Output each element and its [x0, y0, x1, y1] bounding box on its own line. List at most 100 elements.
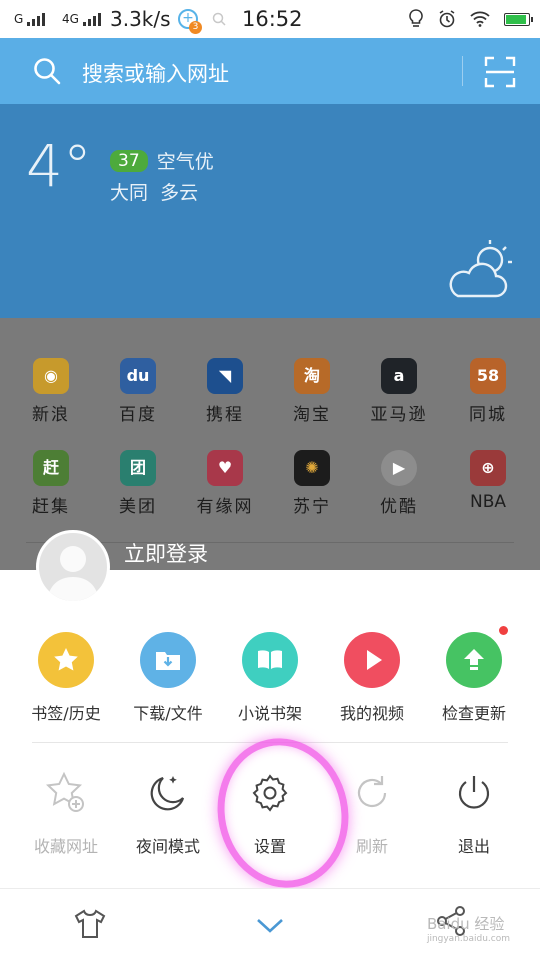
weather-panel[interactable]: 4° [0, 104, 540, 398]
update-arrow-icon [446, 632, 502, 688]
network-type-label: 4G [62, 12, 79, 26]
shortcut-ctrip[interactable]: ◥ 携程 [190, 358, 260, 425]
menu-label: 退出 [457, 837, 490, 856]
shortcut-tongcheng[interactable]: 58 同城 [453, 358, 523, 425]
lightbulb-icon [409, 9, 423, 27]
cloudy-weather-icon [449, 240, 512, 298]
refresh-icon [344, 765, 400, 821]
city-name: 大同 [110, 182, 149, 204]
clock: 16:52 [242, 7, 303, 31]
shortcut-label: 淘宝 [293, 405, 331, 425]
youyuan-icon: ♥ [207, 450, 243, 486]
shortcut-label: 苏宁 [293, 497, 331, 517]
login-link[interactable]: 立即登录 [124, 538, 208, 568]
network-speed: 3.3k/s [110, 7, 171, 31]
star-icon [38, 632, 94, 688]
wifi-icon [470, 11, 490, 27]
shortcut-nba[interactable]: ⊕ NBA [453, 450, 523, 512]
power-icon [446, 765, 502, 821]
shortcut-label: 优酷 [380, 497, 418, 517]
network-type-label: G [14, 12, 24, 26]
shortcut-label: 携程 [206, 405, 244, 425]
menu-label: 夜间模式 [135, 837, 200, 856]
night-mode-button[interactable]: 夜间模式 [118, 765, 218, 857]
chevron-down-icon[interactable] [255, 917, 285, 935]
youku-icon: ▶ [381, 450, 417, 486]
baidu-icon: du [120, 358, 156, 394]
status-bar: G 4G 3.3k/s +3 16:52 [0, 0, 540, 38]
baidu-watermark: Baidu 经验 jingyan.baidu.com [427, 913, 510, 944]
shortcut-label: 美团 [119, 497, 157, 517]
header-divider [462, 56, 463, 86]
menu-label: 下载/文件 [133, 704, 203, 723]
user-silhouette-icon [47, 546, 99, 601]
search-placeholder[interactable]: 搜索或输入网址 [82, 58, 229, 88]
scan-icon[interactable] [484, 56, 516, 88]
tongcheng-icon: 58 [470, 358, 506, 394]
shortcut-label: 亚马逊 [370, 405, 428, 425]
star-add-icon [38, 765, 94, 821]
bottom-toolbar: Baidu 经验 jingyan.baidu.com [0, 888, 540, 960]
exit-button[interactable]: 退出 [424, 765, 524, 857]
shortcut-label: 百度 [119, 405, 157, 425]
shortcut-youku[interactable]: ▶ 优酷 [364, 450, 434, 517]
temperature: 4° [26, 132, 92, 200]
search-icon [34, 58, 61, 85]
menu-label: 检查更新 [441, 704, 506, 723]
shortcut-label: 同城 [469, 405, 507, 425]
menu-label: 小说书架 [237, 704, 302, 723]
shortcut-xinlang[interactable]: ◉ 新浪 [16, 358, 86, 425]
weibo-icon: ◉ [33, 358, 69, 394]
shortcut-label: 赶集 [32, 497, 70, 517]
refresh-button[interactable]: 刷新 [322, 765, 422, 857]
meituan-icon: 团 [120, 450, 156, 486]
downloads-files-button[interactable]: 下载/文件 [118, 632, 218, 724]
download-folder-icon [140, 632, 196, 688]
favorite-url-button[interactable]: 收藏网址 [16, 765, 116, 857]
shortcut-suning[interactable]: ✺ 苏宁 [277, 450, 347, 517]
shortcut-label: 新浪 [32, 405, 70, 425]
shirt-icon[interactable] [74, 909, 106, 939]
air-quality: 37 空气优 [110, 147, 214, 174]
gear-icon [242, 765, 298, 821]
new-update-dot [499, 626, 508, 635]
battery-icon [504, 12, 533, 26]
shortcut-amazon[interactable]: a 亚马逊 [364, 358, 434, 425]
search-header[interactable]: 搜索或输入网址 [0, 38, 540, 104]
bookmarks-history-button[interactable]: 书签/历史 [16, 632, 116, 724]
menu-label: 书签/历史 [31, 704, 101, 723]
menu-label: 收藏网址 [33, 837, 98, 856]
status-icons [408, 0, 533, 38]
settings-button[interactable]: 设置 [220, 765, 320, 857]
aqi-value: 37 [110, 149, 148, 172]
shortcut-taobao[interactable]: 淘 淘宝 [277, 358, 347, 425]
nba-icon: ⊕ [470, 450, 506, 486]
watermark-url: jingyan.baidu.com [426, 934, 510, 944]
shortcut-meituan[interactable]: 团 美团 [103, 450, 173, 517]
amazon-icon: a [381, 358, 417, 394]
signal-icon [27, 12, 46, 26]
weather-condition: 多云 [160, 182, 199, 204]
moon-icon [140, 765, 196, 821]
network-indicator-1: G [14, 0, 46, 38]
novel-bookshelf-button[interactable]: 小说书架 [220, 632, 320, 724]
suning-icon: ✺ [294, 450, 330, 486]
my-videos-button[interactable]: 我的视频 [322, 632, 422, 724]
ganji-icon: 赶 [33, 450, 69, 486]
check-update-button[interactable]: 检查更新 [424, 626, 524, 724]
search-small-icon [212, 0, 226, 38]
aqi-text: 空气优 [156, 151, 214, 173]
shortcut-youyuan[interactable]: ♥ 有缘网 [190, 450, 260, 517]
shortcut-label: NBA [469, 492, 506, 512]
network-indicator-2: 4G [62, 0, 101, 38]
menu-label: 设置 [253, 837, 286, 856]
watermark-text: Baidu 经验 [426, 915, 505, 933]
menu-label: 刷新 [355, 837, 388, 856]
avatar[interactable] [36, 530, 110, 604]
book-icon [242, 632, 298, 688]
shortcut-ganji[interactable]: 赶 赶集 [16, 450, 86, 517]
ctrip-icon: ◥ [207, 358, 243, 394]
alarm-icon [439, 10, 455, 28]
play-icon [344, 632, 400, 688]
shortcut-baidu[interactable]: du 百度 [103, 358, 173, 425]
